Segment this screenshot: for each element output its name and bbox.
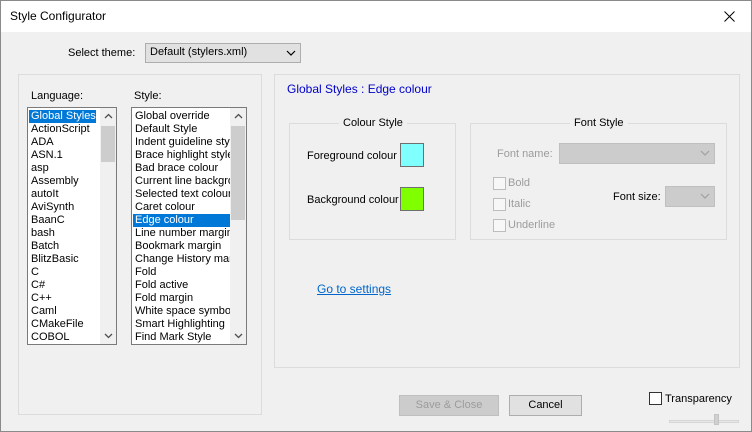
font-style-title: Font Style xyxy=(570,117,628,129)
style-configurator-window: Style Configurator Select theme: Default… xyxy=(0,0,752,432)
background-colour-swatch[interactable] xyxy=(400,187,424,211)
language-list[interactable]: Global Styles ActionScript ADA ASN.1 asp Asse… xyxy=(27,107,117,345)
transparency-checkbox[interactable] xyxy=(649,392,662,405)
language-list-item[interactable]: COBOL xyxy=(29,331,96,344)
language-list-item[interactable]: BlitzBasic xyxy=(29,253,96,266)
language-label: Language: xyxy=(31,90,83,102)
transparency-slider-track[interactable] xyxy=(669,420,739,423)
language-scrollbar[interactable] xyxy=(100,108,116,344)
close-icon xyxy=(723,11,735,22)
chevron-down-icon xyxy=(700,150,710,156)
language-list-item[interactable]: asp xyxy=(29,162,96,175)
chevron-down-icon xyxy=(234,333,242,339)
language-list-item[interactable]: Global Styles xyxy=(29,110,96,123)
font-size-dropdown[interactable] xyxy=(665,186,715,207)
font-name-label: Font name: xyxy=(497,148,553,160)
language-scroll-thumb[interactable] xyxy=(101,126,115,162)
scroll-down-button[interactable] xyxy=(100,328,116,344)
theme-dropdown[interactable]: Default (stylers.xml) xyxy=(145,43,301,63)
chevron-down-icon xyxy=(104,333,112,339)
go-to-settings-link[interactable]: Go to settings xyxy=(317,282,391,296)
font-size-label: Font size: xyxy=(613,191,661,203)
chevron-up-icon xyxy=(234,113,242,119)
italic-checkbox[interactable] xyxy=(493,198,506,211)
title-bar[interactable]: Style Configurator xyxy=(1,1,751,32)
language-list-item[interactable]: CMakeFile xyxy=(29,318,96,331)
select-theme-label: Select theme: xyxy=(68,47,136,59)
scroll-up-button[interactable] xyxy=(100,108,116,124)
underline-label: Underline xyxy=(508,219,556,231)
foreground-colour-label: Foreground colour xyxy=(307,150,397,162)
bold-checkbox[interactable] xyxy=(493,177,506,190)
language-list-item[interactable]: C++ xyxy=(29,292,96,305)
cancel-button[interactable]: Cancel xyxy=(509,395,582,416)
style-list[interactable]: Global override Default Style Indent guide… xyxy=(131,107,247,345)
style-scroll-thumb[interactable] xyxy=(231,126,245,220)
panel-heading: Global Styles : Edge colour xyxy=(287,82,432,96)
close-button[interactable] xyxy=(707,1,751,32)
language-list-item[interactable]: Assembly xyxy=(29,175,96,188)
theme-dropdown-value: Default (stylers.xml) xyxy=(150,46,248,58)
foreground-colour-swatch[interactable] xyxy=(400,143,424,167)
chevron-down-icon xyxy=(700,193,710,199)
language-list-item[interactable]: BaanC xyxy=(29,214,96,227)
transparency-label: Transparency xyxy=(665,393,732,405)
language-list-item[interactable]: C xyxy=(29,266,96,279)
chevron-up-icon xyxy=(104,113,112,119)
language-list-item[interactable]: bash xyxy=(29,227,96,240)
transparency-slider-thumb[interactable] xyxy=(714,414,719,425)
language-list-item[interactable]: ASN.1 xyxy=(29,149,96,162)
style-scrollbar[interactable] xyxy=(230,108,246,344)
chevron-down-icon xyxy=(286,50,296,56)
colour-style-group xyxy=(289,123,456,240)
language-list-items: Global Styles ActionScript ADA ASN.1 asp Asse… xyxy=(29,110,96,344)
underline-checkbox[interactable] xyxy=(493,219,506,232)
language-list-item[interactable]: autoIt xyxy=(29,188,96,201)
scroll-up-button[interactable] xyxy=(230,108,246,124)
language-list-item[interactable]: Caml xyxy=(29,305,96,318)
font-name-dropdown[interactable] xyxy=(559,143,715,164)
language-list-item[interactable]: ActionScript xyxy=(29,123,96,136)
language-list-item[interactable]: Batch xyxy=(29,240,96,253)
colour-style-title: Colour Style xyxy=(339,117,407,129)
language-list-item[interactable]: AviSynth xyxy=(29,201,96,214)
language-list-item[interactable]: C# xyxy=(29,279,96,292)
background-colour-label: Background colour xyxy=(307,194,399,206)
italic-label: Italic xyxy=(508,198,531,210)
window-title: Style Configurator xyxy=(10,9,107,23)
save-close-button[interactable]: Save & Close xyxy=(399,395,499,416)
scroll-down-button[interactable] xyxy=(230,328,246,344)
bold-label: Bold xyxy=(508,177,531,189)
style-label: Style: xyxy=(134,90,162,102)
language-list-item[interactable]: ADA xyxy=(29,136,96,149)
